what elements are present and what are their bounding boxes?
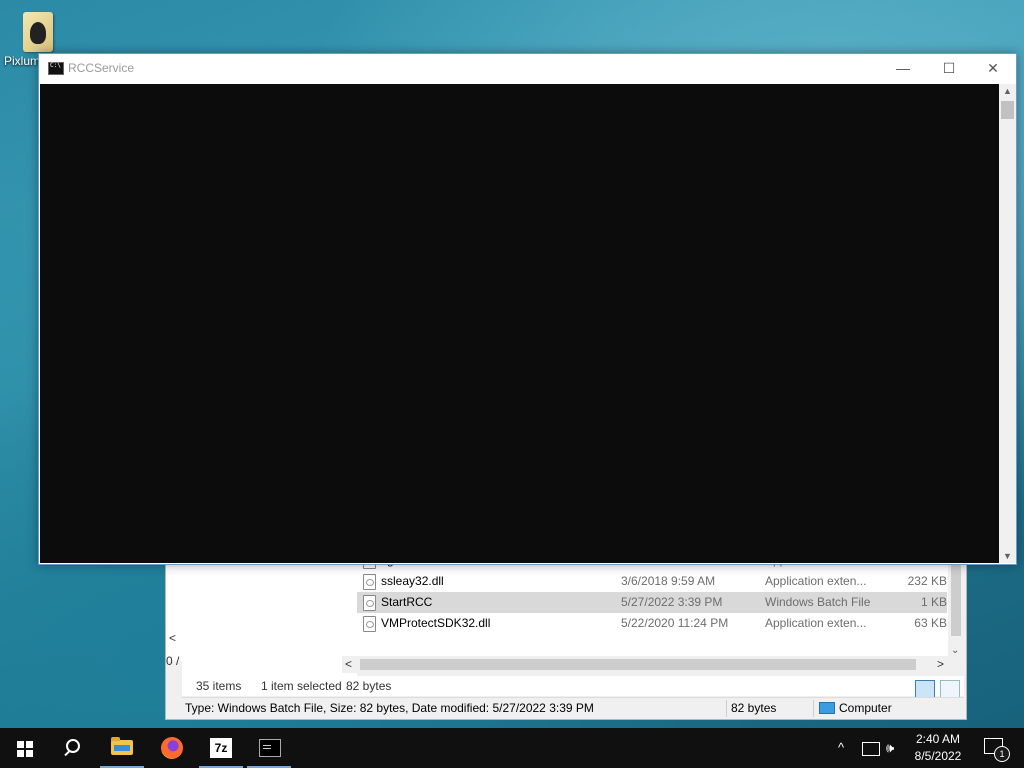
batch-file-icon (363, 595, 376, 611)
details-bar: Type: Windows Batch File, Size: 82 bytes… (182, 697, 964, 719)
console-output[interactable] (40, 84, 999, 563)
dll-file-icon (363, 574, 376, 590)
chevron-down-icon[interactable]: ▼ (1003, 551, 1012, 561)
chevron-up-icon[interactable]: ▲ (1003, 86, 1012, 96)
volume-icon[interactable]: 🕪 (886, 740, 894, 756)
table-row[interactable]: VMProtectSDK32.dll 5/22/2020 11:24 PM Ap… (357, 613, 947, 634)
divider (813, 700, 814, 717)
details-view-icon[interactable] (914, 679, 935, 698)
notification-icon[interactable]: 1 (984, 738, 1010, 762)
file-type: Application exten... (765, 574, 867, 588)
maximize-button[interactable]: ☐ (926, 54, 972, 83)
scroll-right-icon[interactable]: > (937, 657, 944, 671)
dll-file-icon (363, 616, 376, 632)
cmd-icon (259, 739, 281, 757)
firefox-icon (161, 737, 183, 759)
title-bar[interactable]: RCCService — ☐ ✕ (39, 54, 1016, 83)
file-explorer-icon (111, 737, 133, 755)
chevron-up-icon[interactable]: ^ (838, 740, 844, 755)
computer-icon (819, 702, 835, 714)
file-size: 1 KB (920, 595, 947, 609)
file-name: VMProtectSDK32.dll (381, 616, 491, 630)
start-button[interactable] (0, 728, 48, 768)
console-window[interactable]: RCCService — ☐ ✕ ▲ ▼ (38, 53, 1017, 565)
chevron-left-icon[interactable]: < (169, 631, 176, 645)
scroll-left-icon[interactable]: < (345, 657, 352, 671)
item-count: 35 items (196, 679, 242, 693)
scroll-thumb[interactable] (1001, 101, 1014, 119)
file-date: 3/6/2018 9:59 AM (621, 574, 716, 588)
file-type: Application exten... (765, 616, 867, 630)
cmd-button[interactable] (245, 728, 293, 768)
table-row[interactable]: ssleay32.dll 3/6/2018 9:59 AM Applicatio… (357, 571, 947, 592)
status-bar: 35 items 1 item selected 82 bytes (182, 676, 964, 698)
nav-footer: 0 / (166, 654, 180, 668)
clock[interactable]: 2:40 AM 8/5/2022 (905, 731, 971, 765)
cmd-icon (48, 62, 64, 75)
file-name: ssleay32.dll (381, 574, 444, 588)
clock-date: 8/5/2022 (914, 749, 962, 763)
network-icon[interactable] (862, 742, 880, 756)
horizontal-scrollbar[interactable]: < > (342, 656, 964, 673)
file-explorer-window[interactable]: < 0 / sgCore.dll 3/6/2018 9:59 AM Applic… (165, 540, 967, 720)
file-date: 5/27/2022 3:39 PM (621, 595, 723, 609)
file-details-text: Type: Windows Batch File, Size: 82 bytes… (185, 701, 594, 715)
scroll-thumb[interactable] (360, 659, 916, 670)
app-icon (23, 12, 53, 52)
desktop-icon-label: Pixlum (3, 54, 40, 68)
selection-size: 82 bytes (346, 679, 392, 693)
divider (726, 700, 727, 717)
notification-count: 1 (994, 746, 1010, 762)
file-size: 232 KB (907, 574, 947, 588)
details-size: 82 bytes (731, 701, 777, 715)
file-date: 5/22/2020 11:24 PM (621, 616, 729, 630)
file-type: Windows Batch File (765, 595, 871, 609)
large-icons-view-icon[interactable] (940, 679, 960, 698)
file-explorer-button[interactable] (98, 728, 146, 768)
location-label: Computer (839, 701, 892, 715)
search-button[interactable] (48, 728, 96, 768)
vertical-scrollbar[interactable]: ▲ ▼ (999, 84, 1016, 563)
7zip-icon: 7z (210, 738, 232, 758)
close-button[interactable]: ✕ (970, 54, 1016, 83)
selection-count: 1 item selected (261, 679, 342, 693)
start-icon (17, 741, 33, 757)
file-size: 63 KB (914, 616, 947, 630)
7zip-button[interactable]: 7z (197, 728, 245, 768)
taskbar: 7z ^ 🕪 2:40 AM 8/5/2022 1 (0, 728, 1024, 768)
window-title: RCCService (68, 61, 135, 75)
firefox-button[interactable] (148, 728, 196, 768)
table-row-selected[interactable]: StartRCC 5/27/2022 3:39 PM Windows Batch… (357, 592, 947, 613)
chevron-down-icon[interactable]: ⌄ (951, 645, 959, 656)
minimize-button[interactable]: — (880, 54, 926, 83)
clock-time: 2:40 AM (915, 732, 961, 746)
file-name: StartRCC (381, 595, 433, 609)
view-switcher (913, 678, 960, 698)
